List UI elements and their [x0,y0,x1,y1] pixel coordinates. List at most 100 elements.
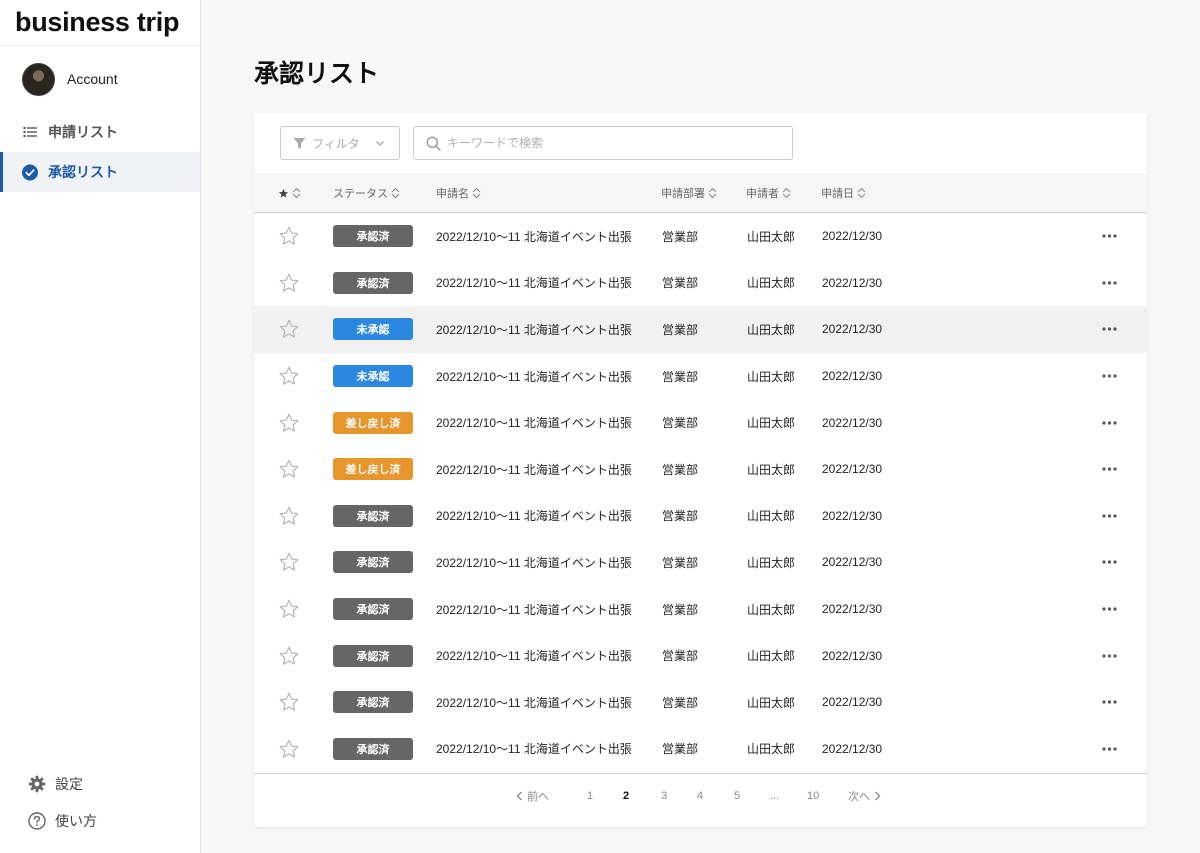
more-options-icon[interactable] [1102,353,1117,400]
header-status[interactable]: ステータス [333,173,400,213]
table-header: ステータス 申請名 申請部署 申請者 申請日 [254,173,1147,213]
sort-icon[interactable] [472,187,481,199]
applicant-cell: 山田太郎 [747,369,796,384]
table-row[interactable]: 承認済 2022/12/10〜11 北海道イベント出張 営業部 山田太郎 2022/12… [254,632,1147,679]
status-badge: 承認済 [333,504,413,527]
more-options-icon[interactable] [1102,679,1117,726]
header-name[interactable]: 申請名 [436,173,481,213]
more-options-icon[interactable] [1102,446,1117,493]
more-options-icon[interactable] [1102,213,1117,260]
avatar[interactable] [22,62,55,96]
more-options-icon[interactable] [1102,399,1117,446]
department-cell: 営業部 [662,695,699,710]
status-badge: 承認済 [333,691,413,714]
status-cell: 承認済 [333,679,413,726]
more-options-icon[interactable] [1102,632,1117,679]
date-cell: 2022/12/30 [822,369,883,384]
more-options-icon[interactable] [1102,539,1117,586]
header-applicant[interactable]: 申請者 [746,173,791,213]
favorite-star-icon[interactable] [278,260,300,307]
more-options-icon[interactable] [1102,586,1117,633]
header-date[interactable]: 申請日 [821,173,866,213]
applicant-cell: 山田太郎 [747,695,796,710]
table-row[interactable]: 承認済 2022/12/10〜11 北海道イベント出張 営業部 山田太郎 2022/12… [254,493,1147,540]
applicant-cell: 山田太郎 [747,322,796,337]
table-row[interactable]: 承認済 2022/12/10〜11 北海道イベント出張 営業部 山田太郎 2022/12… [254,726,1147,773]
table-row[interactable]: 未承認 2022/12/10〜11 北海道イベント出張 営業部 山田太郎 2022/12… [254,353,1147,400]
brand-logo[interactable]: business trip [0,0,200,46]
settings-label: 設定 [55,775,83,792]
applicant-cell: 山田太郎 [747,416,796,431]
favorite-star-icon[interactable] [278,586,300,633]
sort-icon[interactable] [857,187,866,199]
status-cell: 承認済 [333,586,413,633]
table-row[interactable]: 差し戻し済 2022/12/10〜11 北海道イベント出張 営業部 山田太郎 2022/… [254,446,1147,493]
sort-icon[interactable] [391,187,400,199]
pagination-page[interactable]: 3 [661,774,667,818]
sort-icon[interactable] [708,187,717,199]
pagination-page-current[interactable]: 2 [623,774,629,818]
name-cell: 2022/12/10〜11 北海道イベント出張 [436,229,632,244]
pagination-page[interactable]: 5 [734,774,740,818]
search-box[interactable] [413,126,793,160]
name-cell: 2022/12/10〜11 北海道イベント出張 [436,509,632,524]
status-cell: 差し戻し済 [333,399,413,446]
pagination-next[interactable]: 次へ [848,774,881,818]
favorite-star-icon[interactable] [278,493,300,540]
more-options-icon[interactable] [1102,493,1117,540]
department-cell: 営業部 [662,416,699,431]
pagination-page[interactable]: 4 [697,774,703,818]
sort-icon[interactable] [782,187,791,199]
favorite-star-icon[interactable] [278,213,300,260]
sidebar-item-application-list[interactable]: 申請リスト [0,112,200,152]
table-row[interactable]: 承認済 2022/12/10〜11 北海道イベント出張 営業部 山田太郎 2022/12… [254,586,1147,633]
filter-dropdown[interactable]: フィルタ [280,126,400,160]
sidebar-item-approval-list[interactable]: 承認リスト [0,152,200,192]
table-row[interactable]: 承認済 2022/12/10〜11 北海道イベント出張 営業部 山田太郎 2022/12… [254,539,1147,586]
search-input[interactable] [447,136,767,150]
chevron-left-icon [516,791,523,801]
toolbar: フィルタ [254,113,1147,173]
header-department[interactable]: 申請部署 [661,173,717,213]
sidebar: business trip Account 申請リスト 承認リスト 設定 使い方 [0,0,201,853]
chevron-right-icon [874,791,881,801]
favorite-star-icon[interactable] [278,539,300,586]
table-row[interactable]: 承認済 2022/12/10〜11 北海道イベント出張 営業部 山田太郎 2022/12… [254,679,1147,726]
pagination-page[interactable]: 1 [587,774,593,818]
department-cell: 営業部 [662,462,699,477]
more-options-icon[interactable] [1102,726,1117,773]
date-cell: 2022/12/30 [822,741,883,756]
settings-link[interactable]: 設定 [28,765,97,802]
sort-icon[interactable] [292,187,301,199]
status-cell: 承認済 [333,539,413,586]
table-row[interactable]: 未承認 2022/12/10〜11 北海道イベント出張 営業部 山田太郎 2022/12… [254,306,1147,353]
more-options-icon[interactable] [1102,260,1117,307]
pagination-prev[interactable]: 前へ [516,774,549,818]
table-row[interactable]: 承認済 2022/12/10〜11 北海道イベント出張 営業部 山田太郎 2022/12… [254,213,1147,260]
header-favorite[interactable] [278,173,301,213]
favorite-star-icon[interactable] [278,353,300,400]
favorite-star-icon[interactable] [278,399,300,446]
department-cell: 営業部 [662,276,699,291]
table-row[interactable]: 差し戻し済 2022/12/10〜11 北海道イベント出張 営業部 山田太郎 2022/… [254,399,1147,446]
name-cell: 2022/12/10〜11 北海道イベント出張 [436,416,632,431]
favorite-star-icon[interactable] [278,306,300,353]
date-cell: 2022/12/30 [822,555,883,570]
filter-icon [293,137,306,150]
date-cell: 2022/12/30 [822,229,883,244]
favorite-star-icon[interactable] [278,446,300,493]
status-cell: 承認済 [333,213,413,260]
status-cell: 承認済 [333,632,413,679]
help-link[interactable]: 使い方 [28,802,97,839]
header-date-label: 申請日 [821,188,854,200]
applicant-cell: 山田太郎 [747,462,796,477]
account-menu[interactable]: Account [0,46,200,112]
favorite-star-icon[interactable] [278,726,300,773]
check-circle-icon [22,164,38,180]
pagination-page[interactable]: 10 [807,774,819,818]
table-row[interactable]: 承認済 2022/12/10〜11 北海道イベント出張 営業部 山田太郎 2022/12… [254,260,1147,307]
status-cell: 未承認 [333,353,413,400]
favorite-star-icon[interactable] [278,679,300,726]
favorite-star-icon[interactable] [278,632,300,679]
more-options-icon[interactable] [1102,306,1117,353]
